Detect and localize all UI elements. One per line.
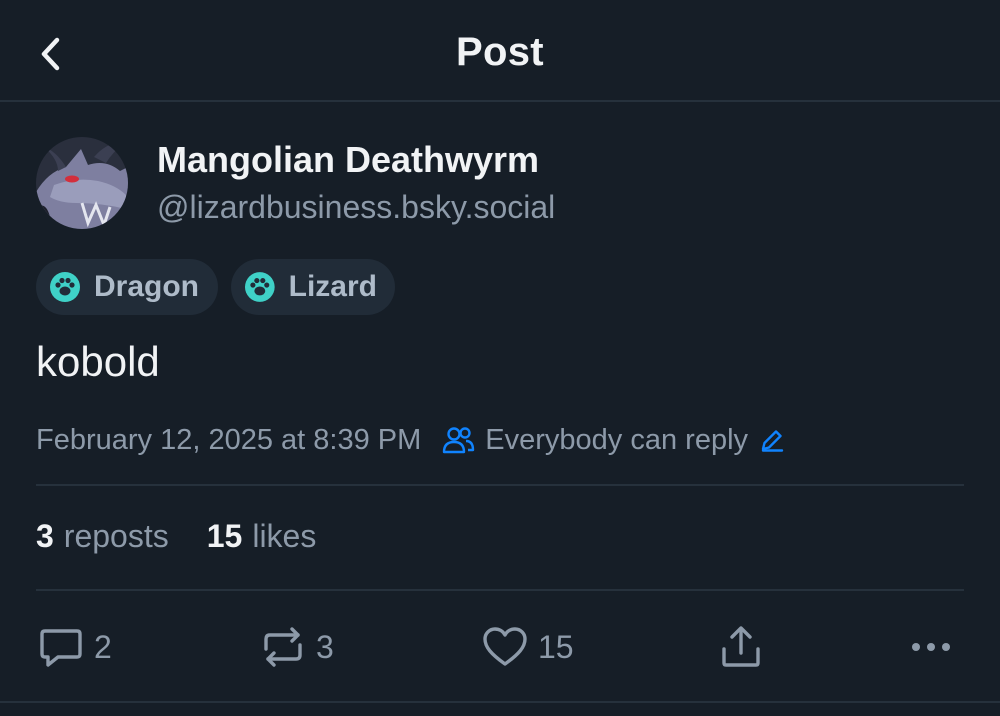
reposts-count: 3 [36,518,54,554]
share-icon [722,626,760,667]
repost-icon [264,627,302,667]
divider [36,484,964,486]
ellipsis-icon [912,643,950,651]
repost-count: 3 [316,628,334,665]
like-count: 15 [538,628,574,665]
likes-count: 15 [206,518,243,554]
author-display-name[interactable]: Mangolian Deathwyrm [157,139,539,181]
paw-icon [244,272,275,302]
reply-button[interactable]: 2 [38,620,112,674]
heart-icon [483,627,527,666]
post-meta: February 12, 2025 at 8:39 PM Everybody c… [36,420,786,460]
divider [0,701,1000,703]
share-button[interactable] [718,620,764,674]
repost-button[interactable]: 3 [260,620,334,674]
reply-setting-label: Everybody can reply [485,423,749,456]
post-text: kobold [36,338,160,385]
reply-setting-button[interactable]: Everybody can reply [441,424,786,457]
action-bar: 2 3 15 [0,612,1000,682]
engagement-stats: 3 reposts 15 likes [36,518,316,555]
paw-icon [50,272,80,302]
reposts-stat[interactable]: 3 reposts [36,518,169,555]
likes-stat[interactable]: 15 likes [207,518,317,555]
tag-label: Dragon [94,270,199,303]
post-timestamp: February 12, 2025 at 8:39 PM [36,423,422,456]
tag-dragon[interactable]: Dragon [36,259,218,315]
more-options-button[interactable] [906,620,956,674]
page-title: Post [456,30,544,74]
pencil-icon [761,430,784,452]
people-icon [443,427,475,454]
reply-count: 2 [94,628,112,665]
avatar[interactable] [36,137,128,229]
dragon-avatar-image [36,137,128,229]
like-button[interactable]: 15 [482,620,574,674]
reply-icon [40,629,82,667]
reposts-label: reposts [63,518,169,554]
author-handle[interactable]: @lizardbusiness.bsky.social [157,189,555,226]
tag-label: Lizard [288,270,377,303]
top-bar: Post [0,0,1000,102]
likes-label: likes [252,518,317,554]
tag-lizard[interactable]: Lizard [231,259,395,315]
divider [36,589,964,591]
